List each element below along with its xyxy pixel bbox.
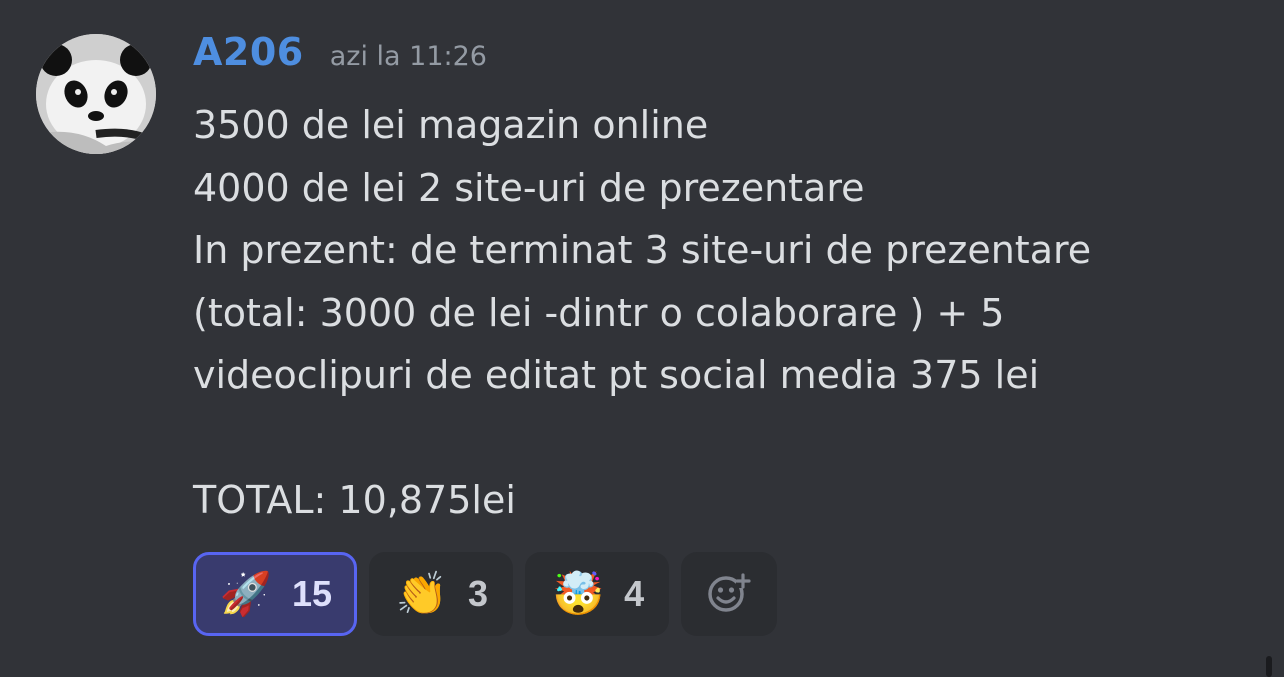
panda-avatar[interactable] <box>36 34 156 154</box>
reaction-count: 3 <box>468 573 489 614</box>
rocket-icon: 🚀 <box>219 569 273 618</box>
message-total-line: TOTAL: 10,875lei <box>193 478 516 522</box>
add-reaction-button[interactable] <box>681 552 778 636</box>
message-line: In prezent: de terminat 3 site-uri de pr… <box>193 228 1092 272</box>
scrollbar-thumb[interactable] <box>1266 656 1272 677</box>
username[interactable]: A206 <box>193 30 304 74</box>
chat-message: A206 azi la 11:26 3500 de lei magazin on… <box>0 0 1284 677</box>
reaction-count: 15 <box>292 573 333 614</box>
reaction-rocket[interactable]: 🚀 15 <box>193 552 358 636</box>
reaction-count: 4 <box>624 573 645 614</box>
add-reaction-icon <box>705 568 753 620</box>
exploding-head-icon: 🤯 <box>551 569 605 618</box>
message-content: 3500 de lei magazin online 4000 de lei 2… <box>193 94 1263 532</box>
reaction-clapping-hands[interactable]: 👏 3 <box>369 552 514 636</box>
message-line-blank <box>193 407 1263 470</box>
message-line: (total: 3000 de lei -dintr o colaborare … <box>193 290 1005 335</box>
message-line: 4000 de lei 2 site-uri de prezentare <box>193 165 865 210</box>
clapping-hands-icon: 👏 <box>395 569 449 618</box>
message-header: A206 azi la 11:26 <box>193 30 487 82</box>
message-line: videoclipuri de editat pt social media 3… <box>193 353 1040 397</box>
reactions-bar: 🚀 15 👏 3 🤯 4 <box>193 552 778 636</box>
reaction-exploding-head[interactable]: 🤯 4 <box>525 552 670 636</box>
timestamp[interactable]: azi la 11:26 <box>330 41 487 72</box>
message-line: 3500 de lei magazin online <box>193 103 709 147</box>
